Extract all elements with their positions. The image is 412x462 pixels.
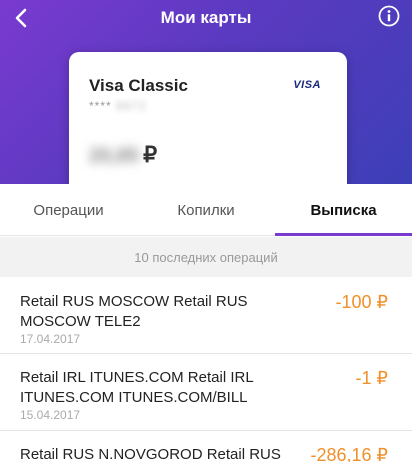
card-number-mask: **** [89,99,117,113]
operation-amount: -1 ₽ [355,368,388,388]
operation-date: 17.04.2017 [20,332,81,346]
visa-logo: VISA [293,79,321,91]
operation-date: 15.04.2017 [20,408,81,422]
page-title: Мои карты [160,8,252,27]
info-icon[interactable] [378,5,400,27]
tab-statement[interactable]: Выписка [275,184,412,236]
operation-description: Retail RUS MOSCOW Retail RUS MOSCOW TELE… [20,293,248,330]
operation-description: Retail RUS N.NOVGOROD Retail RUS [20,446,281,462]
card-number: **** 8672 [89,99,147,113]
operation-item[interactable]: Retail IRL ITUNES.COM Retail IRL ITUNES.… [0,354,412,431]
card-balance: 20,85 ₽ [89,142,157,168]
operation-amount: -100 ₽ [335,292,388,312]
bank-card[interactable]: Visa Classic VISA **** 8672 20,85 ₽ [69,52,347,202]
tab-operations[interactable]: Операции [0,184,137,236]
operation-item[interactable]: Retail RUS MOSCOW Retail RUS MOSCOW TELE… [0,278,412,354]
currency-symbol: ₽ [143,142,158,167]
operation-item[interactable]: Retail RUS N.NOVGOROD Retail RUS -286,16… [0,431,412,462]
operation-amount: -286,16 ₽ [310,445,388,462]
card-number-hidden: 8672 [116,99,147,113]
card-name: Visa Classic [89,76,188,95]
balance-hidden: 20,85 [89,145,140,167]
active-tab-indicator [275,233,412,236]
tab-bar: Операции Копилки Выписка [0,184,412,236]
operation-description: Retail IRL ITUNES.COM Retail IRL ITUNES.… [20,369,254,406]
tab-savings[interactable]: Копилки [137,184,275,236]
section-label: 10 последних операций [0,237,412,277]
